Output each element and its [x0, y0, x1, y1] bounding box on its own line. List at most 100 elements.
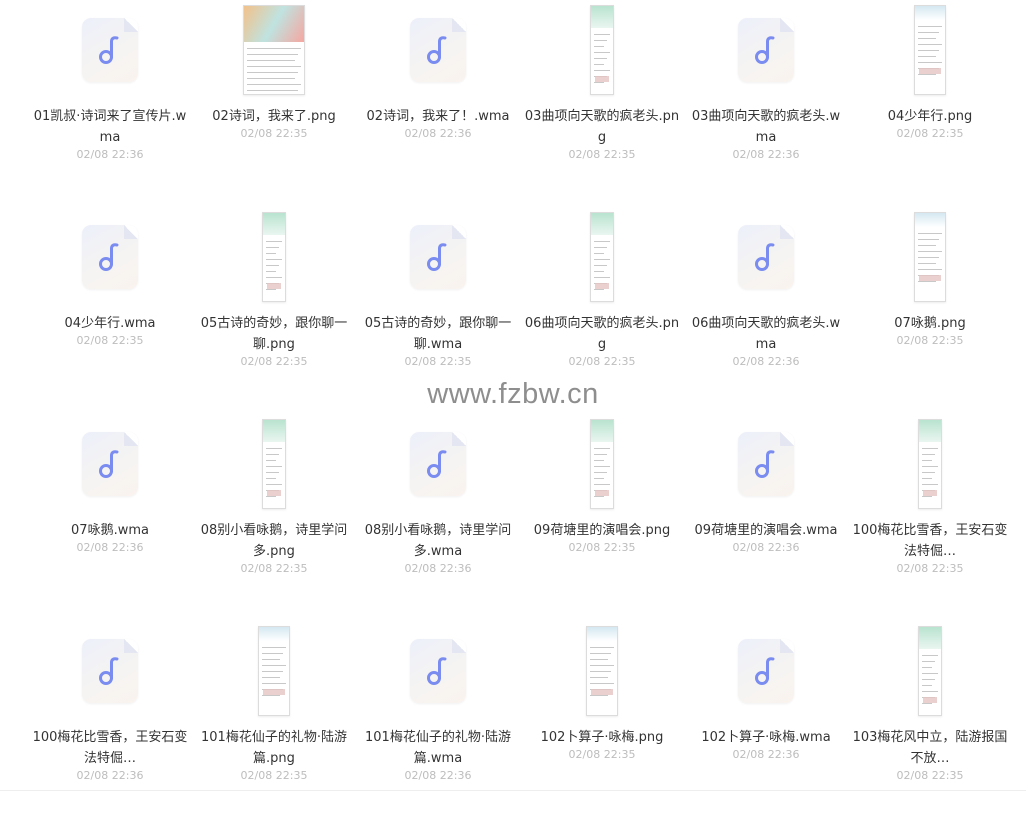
file-item[interactable]: 03曲项向天歌的疯老头.wma 02/08 22:36: [684, 0, 848, 207]
music-note-icon: [755, 450, 775, 478]
file-name[interactable]: 100梅花比雪香，王安石变法特倔…: [850, 520, 1010, 562]
file-item[interactable]: 101梅花仙子的礼物·陆游篇.wma 02/08 22:36: [356, 621, 520, 828]
file-item[interactable]: 102卜算子·咏梅.png 02/08 22:35: [520, 621, 684, 828]
file-thumbnail[interactable]: [520, 414, 684, 514]
file-item[interactable]: 09荷塘里的演唱会.png 02/08 22:35: [520, 414, 684, 621]
file-name[interactable]: 04少年行.png: [850, 106, 1010, 127]
file-thumbnail[interactable]: [848, 414, 1012, 514]
file-name[interactable]: 102卜算子·咏梅.wma: [686, 727, 846, 748]
music-note-icon: [427, 657, 447, 685]
file-label: 08别小看咏鹅，诗里学问多.png 02/08 22:35: [194, 520, 354, 575]
file-name[interactable]: 08别小看咏鹅，诗里学问多.wma: [358, 520, 518, 562]
file-thumbnail[interactable]: [28, 207, 192, 307]
file-thumbnail[interactable]: [520, 621, 684, 721]
file-label: 07咏鹅.wma 02/08 22:36: [30, 520, 190, 554]
file-modified-time: 02/08 22:35: [568, 355, 636, 368]
watermark-text: www.fzbw.cn: [427, 378, 599, 410]
file-item[interactable]: 04少年行.png 02/08 22:35: [848, 0, 1012, 207]
file-grid: 01凯叔·诗词来了宣传片.wma 02/08 22:36 02诗词，我来了.png 0…: [28, 0, 1012, 828]
file-name[interactable]: 101梅花仙子的礼物·陆游篇.wma: [358, 727, 518, 769]
file-item[interactable]: 08别小看咏鹅，诗里学问多.png 02/08 22:35: [192, 414, 356, 621]
file-name[interactable]: 02诗词，我来了！.wma: [358, 106, 518, 127]
file-modified-time: 02/08 22:36: [404, 769, 472, 782]
file-name[interactable]: 05古诗的奇妙，跟你聊一聊.wma: [358, 313, 518, 355]
file-label: 01凯叔·诗词来了宣传片.wma 02/08 22:36: [30, 106, 190, 161]
audio-file-icon: [82, 432, 138, 496]
file-item[interactable]: 103梅花风中立，陆游报国不放… 02/08 22:35: [848, 621, 1012, 828]
file-name[interactable]: 09荷塘里的演唱会.png: [522, 520, 682, 541]
file-thumbnail[interactable]: [192, 207, 356, 307]
file-item[interactable]: 09荷塘里的演唱会.wma 02/08 22:36: [684, 414, 848, 621]
file-thumbnail[interactable]: [356, 207, 520, 307]
audio-file-icon: [410, 18, 466, 82]
file-thumbnail[interactable]: [848, 207, 1012, 307]
image-thumbnail: [586, 626, 618, 716]
file-label: 100梅花比雪香，王安石变法特倔… 02/08 22:35: [850, 520, 1010, 575]
file-name[interactable]: 06曲项向天歌的疯老头.wma: [686, 313, 846, 355]
file-item[interactable]: 07咏鹅.wma 02/08 22:36: [28, 414, 192, 621]
audio-file-icon: [738, 18, 794, 82]
file-thumbnail[interactable]: [684, 621, 848, 721]
file-item[interactable]: 101梅花仙子的礼物·陆游篇.png 02/08 22:35: [192, 621, 356, 828]
file-item[interactable]: 08别小看咏鹅，诗里学问多.wma 02/08 22:36: [356, 414, 520, 621]
image-thumbnail: [918, 626, 942, 716]
file-thumbnail[interactable]: [28, 414, 192, 514]
file-modified-time: 02/08 22:35: [568, 541, 636, 554]
image-thumbnail: [262, 212, 286, 302]
file-modified-time: 02/08 22:35: [896, 769, 964, 782]
file-name[interactable]: 07咏鹅.png: [850, 313, 1010, 334]
image-thumbnail: [243, 5, 305, 95]
file-name[interactable]: 04少年行.wma: [30, 313, 190, 334]
file-name[interactable]: 06曲项向天歌的疯老头.png: [522, 313, 682, 355]
file-thumbnail[interactable]: [684, 0, 848, 100]
file-thumbnail[interactable]: [684, 207, 848, 307]
file-thumbnail[interactable]: [520, 0, 684, 100]
file-name[interactable]: 03曲项向天歌的疯老头.wma: [686, 106, 846, 148]
file-name[interactable]: 02诗词，我来了.png: [194, 106, 354, 127]
file-name[interactable]: 01凯叔·诗词来了宣传片.wma: [30, 106, 190, 148]
file-modified-time: 02/08 22:36: [76, 541, 144, 554]
file-name[interactable]: 07咏鹅.wma: [30, 520, 190, 541]
file-modified-time: 02/08 22:36: [404, 127, 472, 140]
file-name[interactable]: 03曲项向天歌的疯老头.png: [522, 106, 682, 148]
audio-file-icon: [738, 432, 794, 496]
file-thumbnail[interactable]: [192, 621, 356, 721]
file-thumbnail[interactable]: [848, 0, 1012, 100]
audio-file-icon: [738, 639, 794, 703]
file-thumbnail[interactable]: [28, 0, 192, 100]
file-item[interactable]: 03曲项向天歌的疯老头.png 02/08 22:35: [520, 0, 684, 207]
file-item[interactable]: 01凯叔·诗词来了宣传片.wma 02/08 22:36: [28, 0, 192, 207]
file-thumbnail[interactable]: [356, 414, 520, 514]
file-name[interactable]: 05古诗的奇妙，跟你聊一聊.png: [194, 313, 354, 355]
file-thumbnail[interactable]: [684, 414, 848, 514]
file-label: 103梅花风中立，陆游报国不放… 02/08 22:35: [850, 727, 1010, 782]
file-thumbnail[interactable]: [192, 0, 356, 100]
file-thumbnail[interactable]: [356, 621, 520, 721]
music-note-icon: [99, 450, 119, 478]
file-item[interactable]: 02诗词，我来了！.wma 02/08 22:36: [356, 0, 520, 207]
file-label: 04少年行.wma 02/08 22:35: [30, 313, 190, 347]
file-item[interactable]: 02诗词，我来了.png 02/08 22:35: [192, 0, 356, 207]
file-thumbnail[interactable]: [356, 0, 520, 100]
file-label: 09荷塘里的演唱会.png 02/08 22:35: [522, 520, 682, 554]
file-thumbnail[interactable]: [520, 207, 684, 307]
file-thumbnail[interactable]: [848, 621, 1012, 721]
file-name[interactable]: 100梅花比雪香，王安石变法特倔…: [30, 727, 190, 769]
file-item[interactable]: 100梅花比雪香，王安石变法特倔… 02/08 22:36: [28, 621, 192, 828]
file-name[interactable]: 101梅花仙子的礼物·陆游篇.png: [194, 727, 354, 769]
file-thumbnail[interactable]: [28, 621, 192, 721]
file-name[interactable]: 102卜算子·咏梅.png: [522, 727, 682, 748]
file-name[interactable]: 09荷塘里的演唱会.wma: [686, 520, 846, 541]
music-note-icon: [755, 243, 775, 271]
file-modified-time: 02/08 22:35: [240, 562, 308, 575]
file-label: 102卜算子·咏梅.png 02/08 22:35: [522, 727, 682, 761]
file-thumbnail[interactable]: [192, 414, 356, 514]
music-note-icon: [99, 36, 119, 64]
file-item[interactable]: 102卜算子·咏梅.wma 02/08 22:36: [684, 621, 848, 828]
file-label: 100梅花比雪香，王安石变法特倔… 02/08 22:36: [30, 727, 190, 782]
image-thumbnail: [590, 5, 614, 95]
file-name[interactable]: 103梅花风中立，陆游报国不放…: [850, 727, 1010, 769]
file-item[interactable]: 100梅花比雪香，王安石变法特倔… 02/08 22:35: [848, 414, 1012, 621]
file-label: 101梅花仙子的礼物·陆游篇.wma 02/08 22:36: [358, 727, 518, 782]
file-name[interactable]: 08别小看咏鹅，诗里学问多.png: [194, 520, 354, 562]
